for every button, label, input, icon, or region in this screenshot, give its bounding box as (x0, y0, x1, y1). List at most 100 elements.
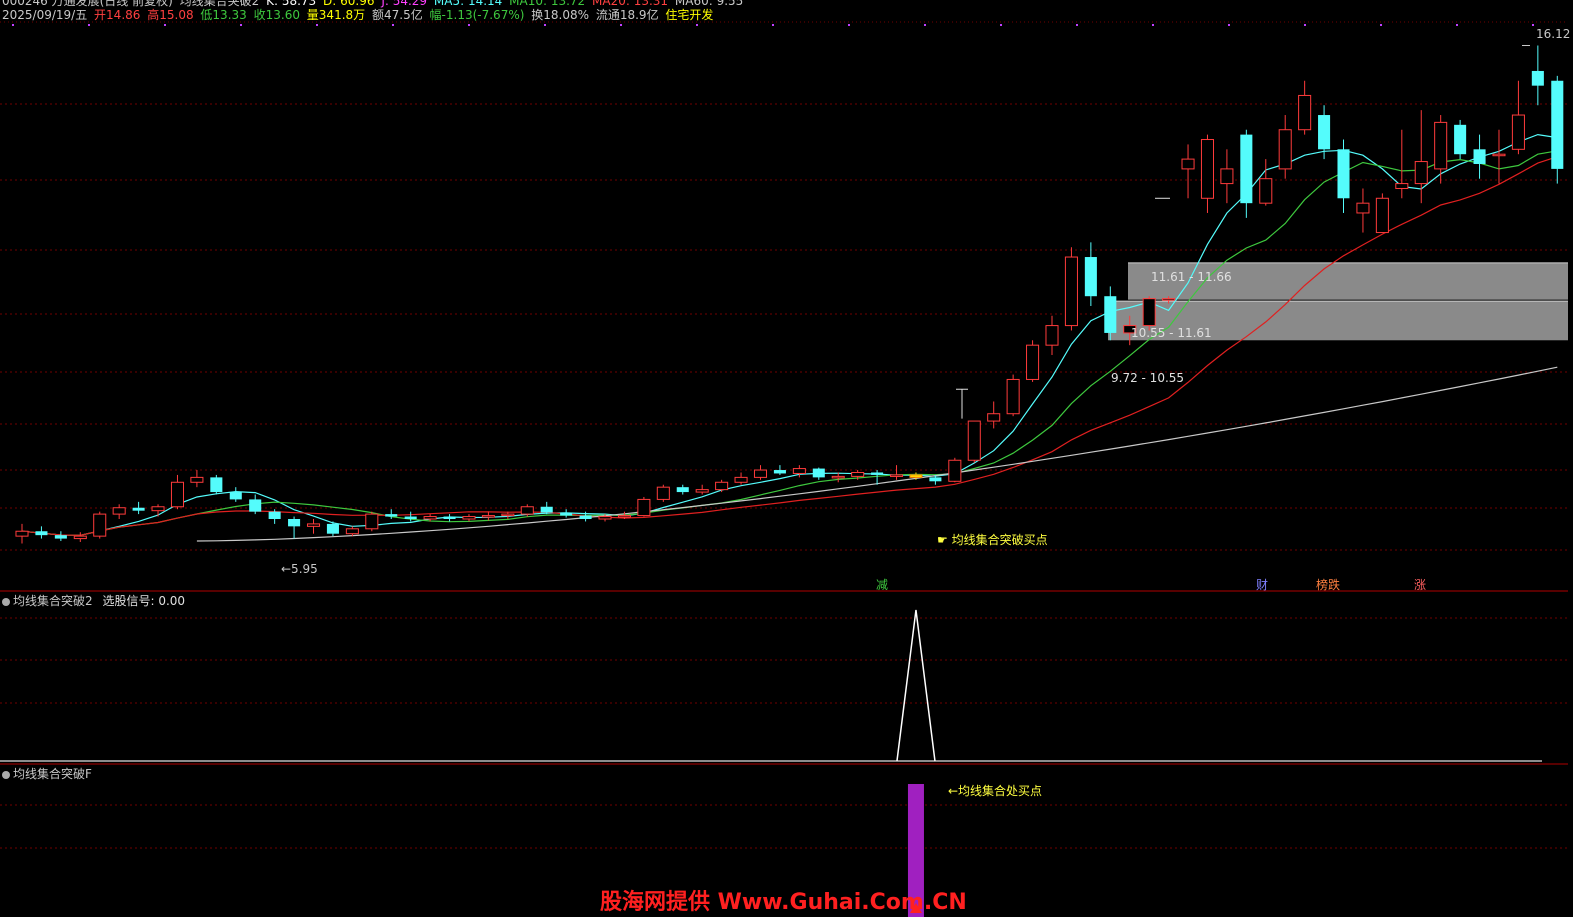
candle-body-up (1298, 94, 1312, 131)
candle (1511, 80, 1525, 155)
candle (773, 465, 786, 475)
candle (637, 496, 651, 517)
settings-dot-icon[interactable] (2, 771, 10, 779)
candle-body-down (210, 477, 223, 493)
candle-body-down (1084, 257, 1097, 297)
candle (676, 484, 689, 495)
candle-body-up (1026, 344, 1040, 380)
indicator-name: 均线集合突破2 (179, 0, 260, 8)
panel3-title: 均线集合突破F (2, 765, 92, 782)
candle-body-signal (909, 474, 923, 478)
top-marker (1076, 24, 1078, 26)
sector: 住宅开发 (665, 8, 714, 22)
top-marker (1000, 24, 1002, 26)
watermark: 股海网提供 Www.Guhai.Com.CN (600, 890, 967, 915)
candle-body-down (560, 512, 573, 516)
open: 开14.86 (94, 8, 141, 22)
candle (1356, 188, 1370, 233)
candle-body-down (54, 535, 67, 539)
candle (54, 531, 67, 542)
candle (1375, 193, 1389, 234)
zone3-label: 9.72 - 10.55 (1111, 371, 1185, 385)
candle-body-up (1162, 298, 1176, 301)
candle-body-down (404, 516, 417, 519)
candle-body-up (1006, 378, 1020, 415)
candle-body-up (851, 471, 865, 477)
ma5-value: MA5: 14.14 (433, 0, 503, 8)
stock-code-name: 000246 万通发展(日线 前复权) (2, 0, 173, 8)
candle (1181, 144, 1195, 199)
candle (1220, 149, 1234, 204)
amount: 额47.5亿 (371, 8, 423, 22)
candle-body-down (288, 519, 301, 527)
candle-body-up (520, 506, 534, 515)
candle-body-up (1356, 202, 1370, 214)
panel2-name: 均线集合突破2 (13, 594, 93, 608)
zone2-label: 10.55 - 11.61 (1131, 326, 1212, 340)
candle-body-up (1278, 129, 1292, 170)
candle (1064, 247, 1078, 331)
date: 2025/09/19/五 (2, 8, 88, 22)
candle (1278, 115, 1292, 179)
candle (1045, 315, 1059, 355)
candle (1473, 134, 1486, 179)
signal-panel (0, 609, 1542, 762)
candle-body-up (715, 481, 729, 491)
candle-body-down (132, 507, 145, 511)
float-cap: 流通18.9亿 (595, 8, 659, 22)
candle-body-down (540, 506, 553, 513)
candle (443, 514, 456, 522)
candle (1240, 129, 1253, 218)
candle (93, 511, 107, 539)
high-price-label: 16.12 (1536, 27, 1571, 41)
candle-body-up (967, 420, 981, 461)
candle-body-up (1220, 168, 1234, 185)
candle-body-up (1181, 158, 1195, 170)
top-marker (1532, 24, 1534, 26)
top-marker (772, 24, 774, 26)
header-line2: 2025/09/19/五 开14.86 高15.08 低13.33 收13.60… (2, 8, 716, 22)
candle-body-down (676, 487, 689, 493)
candle-body-up (890, 474, 904, 477)
candle-body-up (423, 516, 437, 520)
event-zhang[interactable]: 涨 (1414, 576, 1426, 593)
candle (1084, 242, 1097, 306)
candle (15, 523, 29, 544)
candle (1551, 75, 1564, 184)
candle (967, 420, 981, 463)
candle (481, 511, 495, 521)
top-marker (392, 24, 394, 26)
low: 低13.33 (200, 8, 247, 22)
candle (210, 474, 223, 495)
candle-body-up (1511, 114, 1525, 150)
candle-body-down (1104, 296, 1117, 333)
candle-body-up (15, 530, 29, 537)
event-bang[interactable]: 榜跌 (1316, 576, 1340, 593)
candle-body-down (268, 511, 281, 519)
candle-body-up (501, 513, 515, 517)
candle-body-down (229, 492, 242, 500)
candle (831, 472, 845, 483)
candle-body-up (753, 469, 768, 478)
candle-body-up (1395, 183, 1409, 189)
low-price-label: ←5.95 (281, 562, 318, 576)
top-marker (88, 24, 90, 26)
candle-body-up (1142, 298, 1156, 327)
event-cai[interactable]: 财 (1256, 576, 1268, 593)
candle (1454, 119, 1467, 160)
change: 幅-1.13(-7.67%) (429, 8, 525, 22)
candle (1492, 129, 1506, 184)
ma20-value: MA20: 13.31 (592, 0, 669, 8)
top-marker (1228, 24, 1230, 26)
candle-body-up (1375, 197, 1389, 234)
candle (890, 465, 904, 480)
candle-body-up (792, 468, 806, 474)
settings-dot-icon[interactable] (2, 598, 10, 606)
candle-body-up (734, 476, 748, 483)
top-marker (848, 24, 850, 26)
candle (734, 472, 748, 485)
candle (540, 501, 553, 515)
event-jian[interactable]: 减 (876, 576, 888, 593)
candle-body-up (93, 513, 107, 537)
candle (1414, 110, 1428, 204)
